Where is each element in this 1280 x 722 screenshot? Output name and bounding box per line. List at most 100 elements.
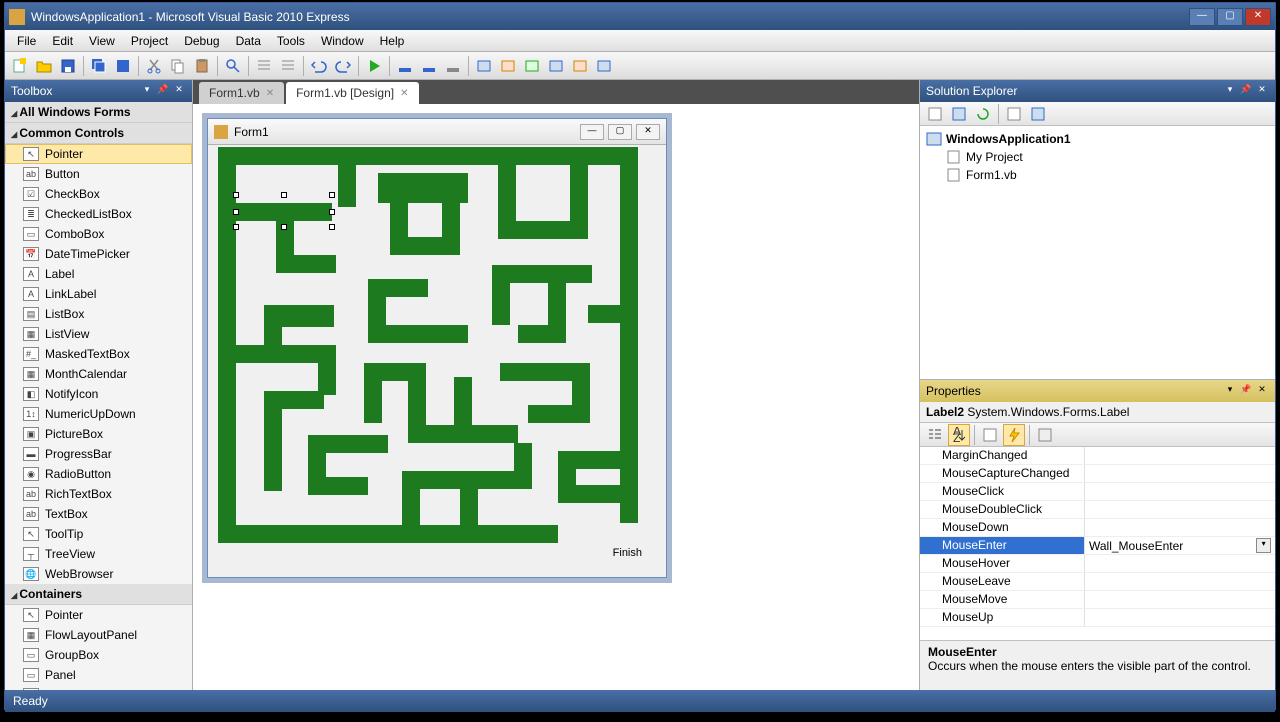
tree-item[interactable]: Form1.vb (926, 166, 1269, 184)
wall[interactable] (276, 255, 336, 273)
resize-handle[interactable] (329, 224, 335, 230)
ext-5-button[interactable] (569, 55, 591, 77)
menu-window[interactable]: Window (313, 32, 372, 50)
property-value[interactable] (1085, 609, 1275, 626)
titlebar[interactable]: WindowsApplication1 - Microsoft Visual B… (5, 3, 1275, 30)
toolbox-item-tooltip[interactable]: ↖ToolTip (5, 524, 192, 544)
wall[interactable] (588, 305, 620, 323)
property-row[interactable]: MouseDoubleClick (920, 501, 1275, 519)
resize-handle[interactable] (281, 192, 287, 198)
property-value[interactable] (1085, 573, 1275, 590)
start-button[interactable] (363, 55, 385, 77)
toolbox-item-checkbox[interactable]: ☑CheckBox (5, 184, 192, 204)
solution-explorer-title[interactable]: Solution Explorer ▾ 📌 ✕ (920, 80, 1275, 102)
save-all-button[interactable] (88, 55, 110, 77)
property-row[interactable]: MouseCaptureChanged (920, 465, 1275, 483)
wall[interactable] (402, 471, 532, 489)
toolbox-group[interactable]: Common Controls (5, 123, 192, 144)
wall[interactable] (558, 485, 620, 503)
toolbox-item-linklabel[interactable]: ALinkLabel (5, 284, 192, 304)
toolbox-list[interactable]: All Windows FormsCommon Controls↖Pointer… (5, 102, 192, 690)
minimize-button[interactable]: — (1189, 8, 1215, 26)
menu-tools[interactable]: Tools (269, 32, 313, 50)
wall[interactable] (218, 147, 236, 543)
pin-icon[interactable]: 📌 (156, 84, 170, 98)
menu-edit[interactable]: Edit (44, 32, 81, 50)
properties-button[interactable] (979, 424, 1001, 446)
toolbox-item-label[interactable]: ALabel (5, 264, 192, 284)
props-dd-icon[interactable]: ▾ (1223, 384, 1237, 398)
find-button[interactable] (222, 55, 244, 77)
toolbox-item-textbox[interactable]: abTextBox (5, 504, 192, 524)
wall[interactable] (408, 425, 518, 443)
form-canvas[interactable]: Finish (208, 145, 666, 577)
maximize-button[interactable]: ▢ (1217, 8, 1243, 26)
document-tab[interactable]: Form1.vb [Design]✕ (286, 82, 418, 104)
menu-file[interactable]: File (9, 32, 44, 50)
property-value-input[interactable] (1089, 539, 1254, 553)
toolbox-item-panel[interactable]: ▭Panel (5, 665, 192, 685)
menu-help[interactable]: Help (372, 32, 413, 50)
toolbox-item-groupbox[interactable]: ▭GroupBox (5, 645, 192, 665)
sol-viewcode-button[interactable] (1003, 103, 1025, 125)
copy-button[interactable] (167, 55, 189, 77)
property-value[interactable] (1085, 501, 1275, 518)
property-value[interactable] (1085, 483, 1275, 500)
property-row[interactable]: MouseClick (920, 483, 1275, 501)
wall[interactable] (264, 391, 324, 409)
toolbox-item-listview[interactable]: ▦ListView (5, 324, 192, 344)
wall[interactable] (368, 325, 468, 343)
toolbox-dd-icon[interactable]: ▾ (140, 84, 154, 98)
sol-properties-button[interactable] (924, 103, 946, 125)
toolbox-item-maskedtextbox[interactable]: #_MaskedTextBox (5, 344, 192, 364)
designer-surface[interactable]: Form1 — ▢ ✕ (193, 104, 919, 690)
ext-3-button[interactable] (521, 55, 543, 77)
ext-6-button[interactable] (593, 55, 615, 77)
resize-handle[interactable] (233, 224, 239, 230)
ext-1-button[interactable] (473, 55, 495, 77)
toolbox-item-treeview[interactable]: ┬TreeView (5, 544, 192, 564)
ext-4-button[interactable] (545, 55, 567, 77)
toolbox-item-radiobutton[interactable]: ◉RadioButton (5, 464, 192, 484)
save-disk-button[interactable] (112, 55, 134, 77)
properties-object-selector[interactable]: Label2 System.Windows.Forms.Label (920, 402, 1275, 423)
toolbox-item-numericupdown[interactable]: 1↕NumericUpDown (5, 404, 192, 424)
property-row[interactable]: MouseHover (920, 555, 1275, 573)
document-tab[interactable]: Form1.vb✕ (199, 82, 284, 104)
toolbox-item-progressbar[interactable]: ▬ProgressBar (5, 444, 192, 464)
property-value[interactable]: ▾ (1085, 537, 1275, 554)
ext-2-button[interactable] (497, 55, 519, 77)
tab-close-icon[interactable]: ✕ (400, 88, 408, 99)
tree-item[interactable]: My Project (926, 148, 1269, 166)
selected-wall[interactable] (236, 203, 332, 221)
toolbox-item-webbrowser[interactable]: 🌐WebBrowser (5, 564, 192, 584)
toolbox-item-flowlayoutpanel[interactable]: ▦FlowLayoutPanel (5, 625, 192, 645)
pin-icon[interactable]: 📌 (1239, 384, 1253, 398)
toolbox-item-button[interactable]: abButton (5, 164, 192, 184)
resize-handle[interactable] (233, 209, 239, 215)
resize-handle[interactable] (329, 192, 335, 198)
toolbox-close-icon[interactable]: ✕ (172, 84, 186, 98)
toolbox-group[interactable]: All Windows Forms (5, 102, 192, 123)
close-button[interactable]: ✕ (1245, 8, 1271, 26)
step-out-button[interactable] (442, 55, 464, 77)
toolbox-item-notifyicon[interactable]: ◧NotifyIcon (5, 384, 192, 404)
form-titlebar[interactable]: Form1 — ▢ ✕ (208, 119, 666, 145)
property-pages-button[interactable] (1034, 424, 1056, 446)
solution-tree[interactable]: WindowsApplication1 My ProjectForm1.vb (920, 126, 1275, 379)
categorized-button[interactable] (924, 424, 946, 446)
property-value[interactable] (1085, 519, 1275, 536)
wall[interactable] (308, 477, 368, 495)
wall[interactable] (492, 265, 510, 325)
wall[interactable] (454, 377, 472, 425)
uncomment-button[interactable] (277, 55, 299, 77)
pin-icon[interactable]: 📌 (1239, 84, 1253, 98)
wall[interactable] (218, 525, 558, 543)
step-into-button[interactable] (394, 55, 416, 77)
form-designer-window[interactable]: Form1 — ▢ ✕ (207, 118, 667, 578)
property-row[interactable]: MarginChanged (920, 447, 1275, 465)
sol-viewdesign-button[interactable] (1027, 103, 1049, 125)
wall[interactable] (514, 443, 532, 489)
finish-label[interactable]: Finish (613, 547, 642, 559)
tree-root[interactable]: WindowsApplication1 (926, 130, 1269, 148)
